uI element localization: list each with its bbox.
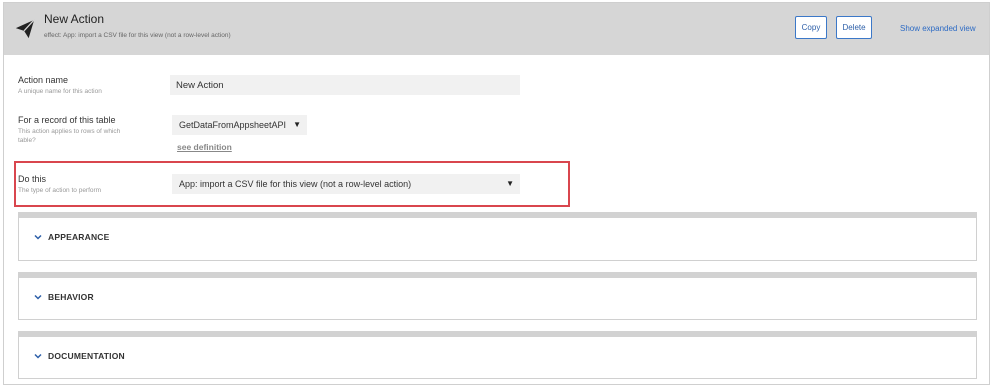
action-editor-panel: New Action effect: App: import a CSV fil… bbox=[3, 2, 990, 385]
action-title: New Action bbox=[44, 12, 105, 26]
action-effect-subtitle: effect: App: import a CSV file for this … bbox=[44, 32, 231, 39]
table-select[interactable]: GetDataFromAppsheetAPI ▼ bbox=[172, 115, 307, 135]
chevron-down-icon bbox=[34, 294, 42, 300]
do-this-select-value: App: import a CSV file for this view (no… bbox=[179, 179, 412, 189]
see-definition-link[interactable]: see definition bbox=[177, 142, 232, 152]
section-label: APPEARANCE bbox=[48, 232, 110, 242]
caret-down-icon: ▼ bbox=[506, 179, 514, 188]
section-label: BEHAVIOR bbox=[48, 292, 94, 302]
section-label: DOCUMENTATION bbox=[48, 351, 125, 361]
show-expanded-view-link[interactable]: Show expanded view bbox=[900, 24, 976, 33]
section-documentation[interactable]: DOCUMENTATION bbox=[18, 331, 977, 379]
do-this-select[interactable]: App: import a CSV file for this view (no… bbox=[172, 174, 520, 194]
table-select-value: GetDataFromAppsheetAPI bbox=[179, 120, 287, 130]
table-label: For a record of this table bbox=[18, 115, 116, 125]
section-appearance[interactable]: APPEARANCE bbox=[18, 212, 977, 261]
copy-button[interactable]: Copy bbox=[795, 16, 827, 39]
action-name-input[interactable] bbox=[170, 75, 520, 95]
do-this-help: The type of action to perform bbox=[18, 187, 102, 194]
delete-button[interactable]: Delete bbox=[836, 16, 872, 39]
action-name-help: A unique name for this action bbox=[18, 88, 102, 95]
do-this-label: Do this bbox=[18, 174, 47, 184]
action-header: New Action effect: App: import a CSV fil… bbox=[4, 3, 989, 55]
caret-down-icon: ▼ bbox=[293, 120, 301, 129]
action-name-label: Action name bbox=[18, 75, 69, 85]
paper-plane-icon bbox=[15, 19, 35, 39]
chevron-down-icon bbox=[34, 353, 42, 359]
table-help: This action applies to rows of which tab… bbox=[18, 128, 121, 144]
chevron-down-icon bbox=[34, 234, 42, 240]
section-behavior[interactable]: BEHAVIOR bbox=[18, 272, 977, 320]
